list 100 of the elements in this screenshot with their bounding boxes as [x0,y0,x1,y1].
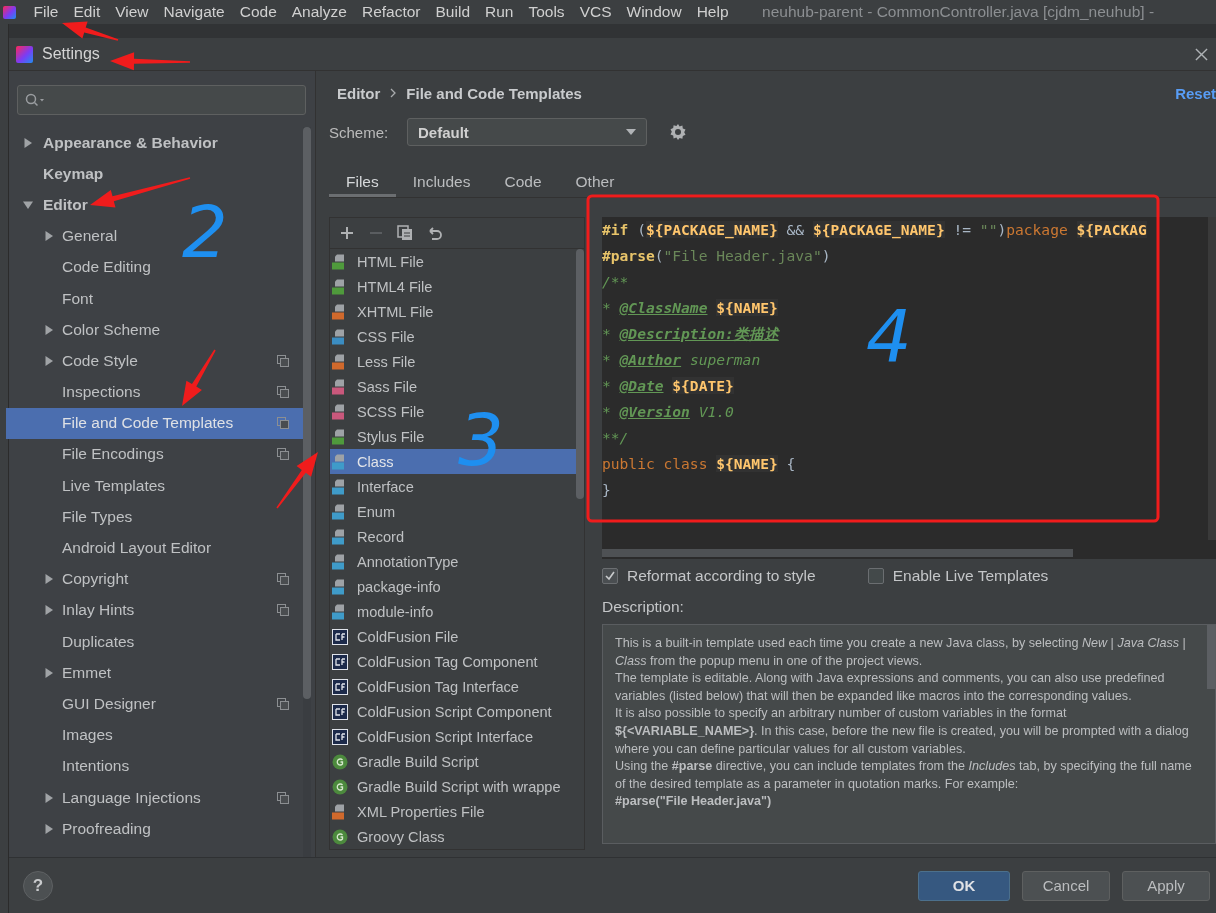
settings-tree-item[interactable]: File Types [6,501,133,533]
settings-tree-item[interactable]: Editor [6,189,88,221]
tab[interactable]: Code [487,169,559,197]
settings-tree-item[interactable]: Images [6,719,113,751]
settings-tree-item[interactable]: File Encodings [6,438,303,471]
scrollbar-thumb[interactable] [1207,625,1215,689]
settings-tree-item[interactable]: GUI Designer [6,688,303,720]
template-list-item[interactable]: Groovy Class [330,824,576,849]
settings-tree-item[interactable]: Live Templates [6,470,166,502]
menu-item[interactable]: VCS [572,3,619,21]
menu-item[interactable]: Refactor [354,3,429,21]
settings-tree-item[interactable]: Proofreading [6,813,151,845]
search-field[interactable] [17,85,306,115]
settings-tree-item[interactable]: Keymap [6,158,104,190]
close-icon[interactable] [1195,47,1208,61]
collapsed-arrow-icon[interactable] [44,355,54,366]
settings-tree-item[interactable]: Code Style [6,345,303,377]
template-list-item[interactable]: Enum [330,499,576,524]
settings-tree-item[interactable]: Font [6,282,93,315]
option-checkbox[interactable]: Enable Live Templates [867,564,1049,588]
menu-item[interactable]: Navigate [156,3,233,21]
window-title: neuhub-parent - CommonController.java [cjdm_neuhub] - [762,3,1155,21]
template-list-item[interactable]: Record [330,524,576,549]
settings-icon[interactable] [668,122,688,142]
tab[interactable]: Other [558,169,632,197]
template-list-item[interactable]: Sass File [330,374,576,399]
template-list-item[interactable]: HTML File [330,249,576,274]
collapsed-arrow-icon[interactable] [44,792,54,803]
template-list-item[interactable]: Gradle Build Script with wrappe [330,774,576,799]
collapsed-arrow-icon[interactable] [44,231,54,242]
reset-link[interactable]: Reset [1175,84,1216,102]
menu-item[interactable]: File [26,3,66,21]
collapsed-arrow-icon[interactable] [23,137,33,148]
collapsed-arrow-icon[interactable] [44,823,54,834]
search-icon [25,93,45,107]
scheme-dropdown[interactable]: Default [407,118,647,146]
undo-icon[interactable] [426,225,442,241]
template-list-item[interactable]: XML Properties File [330,799,576,824]
template-list-item[interactable]: package-info [330,574,576,599]
scrollbar-thumb[interactable] [602,549,1073,557]
breadcrumb-item: File and Code Templates [406,84,582,102]
template-list-item[interactable]: CSS File [330,324,576,349]
template-list-item[interactable]: Interface [330,474,576,499]
settings-tree-item[interactable]: Emmet [6,657,112,689]
scrollbar-thumb[interactable] [576,249,584,499]
template-list-item[interactable]: AnnotationType [330,549,576,574]
menu-item[interactable]: Analyze [284,3,355,21]
code-editor[interactable] [602,217,1216,559]
collapsed-arrow-icon[interactable] [44,574,54,585]
template-list-item[interactable]: ColdFusion Tag Component [330,649,576,674]
settings-tree-item[interactable]: Appearance & Behavior [6,127,218,159]
scrollbar-thumb[interactable] [303,127,311,699]
code-line: **/ [602,428,629,448]
code-line: /** [602,272,629,292]
template-list-item[interactable]: module-info [330,599,576,624]
settings-tree-item[interactable]: Intentions [6,750,130,782]
dialog-button[interactable]: Apply [1122,870,1210,901]
settings-tree-item[interactable]: General [6,220,118,252]
menu-item[interactable]: Code [232,3,285,21]
menu-item[interactable]: View [107,3,157,21]
dialog-button[interactable]: Cancel [1022,870,1110,901]
copy-icon[interactable] [397,225,413,241]
settings-tree-item[interactable]: Duplicates [6,626,135,658]
settings-tree-item[interactable]: Copyright [6,563,303,595]
expanded-arrow-icon[interactable] [23,199,33,210]
code-line: } [602,480,611,500]
template-list-item[interactable]: ColdFusion Tag Interface [330,674,576,699]
template-list-item[interactable]: XHTML File [330,299,576,324]
menu-item[interactable]: Build [428,3,478,21]
menu-item[interactable]: Window [619,3,690,21]
template-list-item[interactable]: ColdFusion File [330,624,576,649]
settings-tree-item[interactable]: Color Scheme [6,314,161,346]
annotation-arrow [276,452,318,509]
settings-tree-item[interactable]: Language Injections [6,781,303,814]
checkbox[interactable] [867,568,884,584]
tab[interactable]: Includes [395,169,488,197]
template-list-item[interactable]: HTML4 File [330,274,576,299]
menu-item[interactable]: Edit [66,3,108,21]
template-list-item[interactable]: ColdFusion Script Component [330,699,576,724]
settings-tree-item[interactable]: Android Layout Editor [6,532,212,564]
collapsed-arrow-icon[interactable] [44,667,54,678]
help-button[interactable]: ? [23,870,53,901]
option-checkbox[interactable]: Reformat according to style [602,564,816,588]
template-list-item[interactable]: Less File [330,349,576,374]
menu-item[interactable]: Help [689,3,737,21]
settings-tree-item[interactable]: Inlay Hints [6,594,303,626]
tab[interactable]: Files [329,169,396,197]
template-list-item[interactable]: ColdFusion Script Interface [330,724,576,749]
collapsed-arrow-icon[interactable] [44,605,54,616]
checkbox[interactable] [602,568,618,584]
settings-tree-item[interactable]: Inspections [6,376,303,408]
menu-item[interactable]: Tools [520,3,573,21]
caret-icon [626,129,636,135]
collapsed-arrow-icon[interactable] [44,324,54,335]
add-icon[interactable] [339,225,355,241]
menu-item[interactable]: Run [477,3,521,21]
dialog-button[interactable]: OK [918,870,1010,901]
settings-tree-item[interactable]: Code Editing [6,251,151,283]
template-list-item[interactable]: Gradle Build Script [330,749,576,774]
settings-tree-item[interactable]: File and Code Templates [6,407,303,439]
